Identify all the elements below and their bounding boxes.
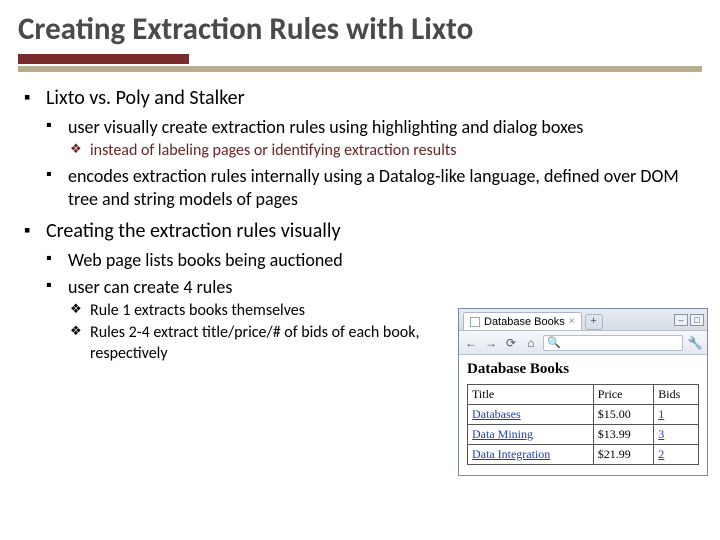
book-price: $21.99 (593, 445, 654, 465)
book-title-link[interactable]: Databases (472, 407, 521, 421)
close-icon[interactable]: × (569, 316, 575, 327)
tab-label: Database Books (484, 316, 565, 328)
bullet-text: user visually create extraction rules us… (68, 116, 583, 138)
bullet-text: encodes extraction rules internally usin… (68, 165, 679, 210)
browser-window: Database Books × + – □ ← → ⟳ ⌂ 🔍 🔧 Datab… (458, 308, 708, 476)
heading-text: Lixto vs. Poly and Stalker (46, 86, 245, 110)
maximize-icon[interactable]: □ (690, 314, 704, 326)
bullet-item: user can create 4 rules Rule 1 extracts … (46, 276, 456, 364)
browser-page: Database Books Title Price Bids Database… (459, 355, 707, 475)
table-row: Data Integration $21.99 2 (468, 445, 699, 465)
window-controls: – □ (674, 314, 707, 326)
bullet-item: encodes extraction rules internally usin… (46, 165, 696, 211)
book-price: $13.99 (593, 425, 654, 445)
table-header: Price (593, 385, 654, 405)
book-bids-link[interactable]: 1 (658, 407, 664, 421)
new-tab-button[interactable]: + (585, 314, 603, 330)
sub-bullet: Rule 1 extracts books themselves (68, 301, 456, 321)
browser-tab[interactable]: Database Books × (463, 312, 582, 330)
reload-icon[interactable]: ⟳ (503, 335, 519, 351)
search-icon: 🔍 (547, 336, 561, 349)
book-title-link[interactable]: Data Mining (472, 427, 533, 441)
browser-tabbar: Database Books × + – □ (459, 309, 707, 331)
table-header-row: Title Price Bids (468, 385, 699, 405)
book-bids-link[interactable]: 2 (658, 447, 664, 461)
forward-icon[interactable]: → (483, 335, 499, 351)
wrench-icon[interactable]: 🔧 (687, 335, 703, 351)
books-table: Title Price Bids Databases $15.00 1 Data… (467, 384, 699, 465)
sub-bullet: Rules 2-4 extract title/price/# of bids … (68, 323, 456, 364)
table-header: Bids (654, 385, 699, 405)
title-underline (18, 54, 702, 72)
book-title-link[interactable]: Data Integration (472, 447, 550, 461)
section-heading: Lixto vs. Poly and Stalker user visually… (24, 86, 696, 211)
bullet-text: Web page lists books being auctioned (68, 249, 343, 271)
sub-bullet: instead of labeling pages or identifying… (68, 141, 696, 161)
search-input[interactable]: 🔍 (543, 335, 683, 351)
browser-toolbar: ← → ⟳ ⌂ 🔍 🔧 (459, 331, 707, 355)
bullet-text: user can create 4 rules (68, 276, 232, 298)
back-icon[interactable]: ← (463, 335, 479, 351)
book-price: $15.00 (593, 405, 654, 425)
page-icon (470, 317, 480, 327)
table-row: Data Mining $13.99 3 (468, 425, 699, 445)
heading-text: Creating the extraction rules visually (46, 219, 341, 243)
bullet-item: user visually create extraction rules us… (46, 116, 696, 162)
page-title: Database Books (467, 361, 699, 378)
book-bids-link[interactable]: 3 (658, 427, 664, 441)
slide-title: Creating Extraction Rules with Lixto (0, 0, 720, 54)
home-icon[interactable]: ⌂ (523, 335, 539, 351)
minimize-icon[interactable]: – (674, 314, 688, 326)
table-header: Title (468, 385, 594, 405)
bullet-item: Web page lists books being auctioned (46, 249, 456, 272)
table-row: Databases $15.00 1 (468, 405, 699, 425)
